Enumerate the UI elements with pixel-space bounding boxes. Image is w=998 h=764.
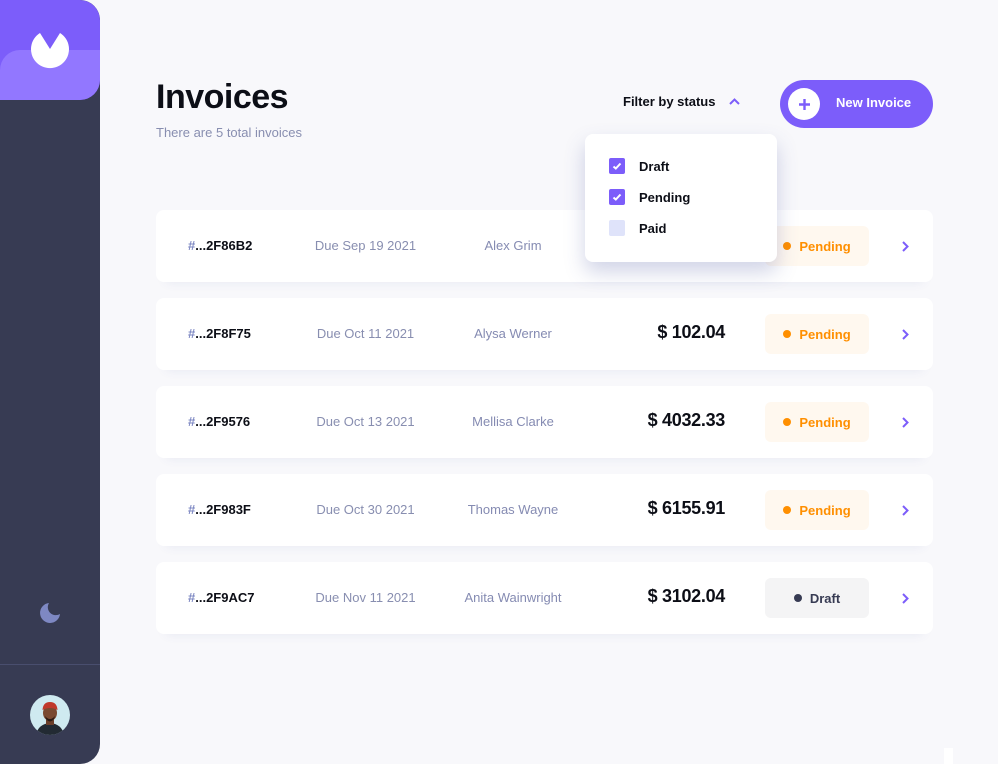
- status-dot: [783, 242, 792, 250]
- avatar[interactable]: [30, 695, 70, 735]
- invoice-id: #...2F86B2: [188, 238, 252, 253]
- status-dot: [793, 594, 802, 602]
- filter-option-label: Pending: [639, 189, 691, 205]
- invoice-due-date: Due Oct 11 2021: [316, 326, 415, 341]
- status-badge: Draft: [765, 578, 869, 618]
- invoice-total: $ 102.04: [657, 322, 725, 342]
- moon-icon: [40, 603, 60, 623]
- chevron-right-icon[interactable]: [902, 241, 909, 252]
- app-logo[interactable]: [0, 0, 100, 100]
- invoice-due-date: Due Sep 19 2021: [314, 238, 417, 253]
- page-title: Invoices: [156, 78, 289, 116]
- scroll-edge: [944, 748, 953, 764]
- invoice-total: $ 6155.91: [647, 498, 726, 518]
- chevron-right-icon[interactable]: [902, 417, 909, 428]
- invoice-id: #...2F9576: [188, 414, 250, 429]
- invoice-due-date: Due Oct 13 2021: [316, 414, 415, 429]
- invoice-row[interactable]: #...2F983F Due Oct 30 2021 Thomas Wayne …: [156, 474, 933, 546]
- filter-option-label: Paid: [639, 220, 667, 236]
- plus-icon: [798, 98, 810, 110]
- invoice-id-value: ...2F8F75: [195, 326, 251, 341]
- status-label: Draft: [809, 590, 841, 606]
- plus-circle: [788, 88, 820, 120]
- status-badge: Pending: [765, 490, 869, 530]
- filter-option-label: Draft: [639, 158, 670, 174]
- chevron-right-icon[interactable]: [902, 593, 909, 604]
- invoice-id-value: ...2F9AC7: [195, 590, 255, 605]
- status-badge: Pending: [765, 314, 869, 354]
- chevron-right-icon[interactable]: [902, 505, 909, 516]
- invoice-id: #...2F9AC7: [188, 590, 254, 605]
- paid-checkbox[interactable]: [609, 220, 625, 236]
- invoice-total: $ 4032.33: [647, 410, 726, 430]
- new-invoice-button[interactable]: New Invoice: [780, 80, 933, 128]
- app-logo-icon: [31, 33, 69, 69]
- invoice-total: $ 3102.04: [647, 586, 726, 606]
- sidebar: [0, 0, 100, 764]
- filter-option-draft[interactable]: Draft: [609, 158, 669, 174]
- sidebar-divider: [0, 664, 100, 665]
- status-label: Pending: [799, 414, 851, 430]
- new-invoice-label: New Invoice: [836, 95, 912, 110]
- invoice-id-value: ...2F9576: [195, 414, 251, 429]
- filter-by-status-toggle[interactable]: Filter by status: [623, 94, 741, 109]
- theme-toggle-button[interactable]: [39, 602, 61, 629]
- invoice-due-date: Due Nov 11 2021: [315, 590, 416, 605]
- invoice-id: #...2F983F: [188, 502, 251, 517]
- status-dot: [783, 330, 792, 338]
- invoice-row[interactable]: #...2F86B2 Due Sep 19 2021 Alex Grim Pen…: [156, 210, 933, 282]
- pending-checkbox[interactable]: [609, 189, 625, 205]
- chevron-up-icon: [729, 98, 741, 105]
- filter-label: Filter by status: [623, 94, 716, 109]
- check-icon: [612, 162, 622, 170]
- filter-dropdown: Draft Pending Paid: [585, 134, 777, 262]
- status-label: Pending: [799, 238, 851, 254]
- invoice-id: #...2F8F75: [188, 326, 251, 341]
- invoice-client-name: Alex Grim: [484, 238, 542, 253]
- invoice-count-subtitle: There are 5 total invoices: [156, 125, 302, 140]
- status-badge: Pending: [765, 402, 869, 442]
- filter-option-paid[interactable]: Paid: [609, 220, 666, 236]
- invoice-id-value: ...2F983F: [195, 502, 251, 517]
- invoice-due-date: Due Oct 30 2021: [316, 502, 415, 517]
- invoice-row[interactable]: #...2F9576 Due Oct 13 2021 Mellisa Clark…: [156, 386, 933, 458]
- invoice-row[interactable]: #...2F9AC7 Due Nov 11 2021 Anita Wainwri…: [156, 562, 933, 634]
- invoice-id-value: ...2F86B2: [195, 238, 253, 253]
- check-icon: [612, 193, 622, 201]
- status-label: Pending: [799, 502, 851, 518]
- filter-option-pending[interactable]: Pending: [609, 189, 690, 205]
- status-dot: [783, 418, 792, 426]
- invoice-row[interactable]: #...2F8F75 Due Oct 11 2021 Alysa Werner …: [156, 298, 933, 370]
- status-badge: Pending: [765, 226, 869, 266]
- status-dot: [783, 506, 792, 514]
- status-label: Pending: [799, 326, 851, 342]
- user-avatar-icon: [30, 695, 70, 735]
- draft-checkbox[interactable]: [609, 158, 625, 174]
- chevron-right-icon[interactable]: [902, 329, 909, 340]
